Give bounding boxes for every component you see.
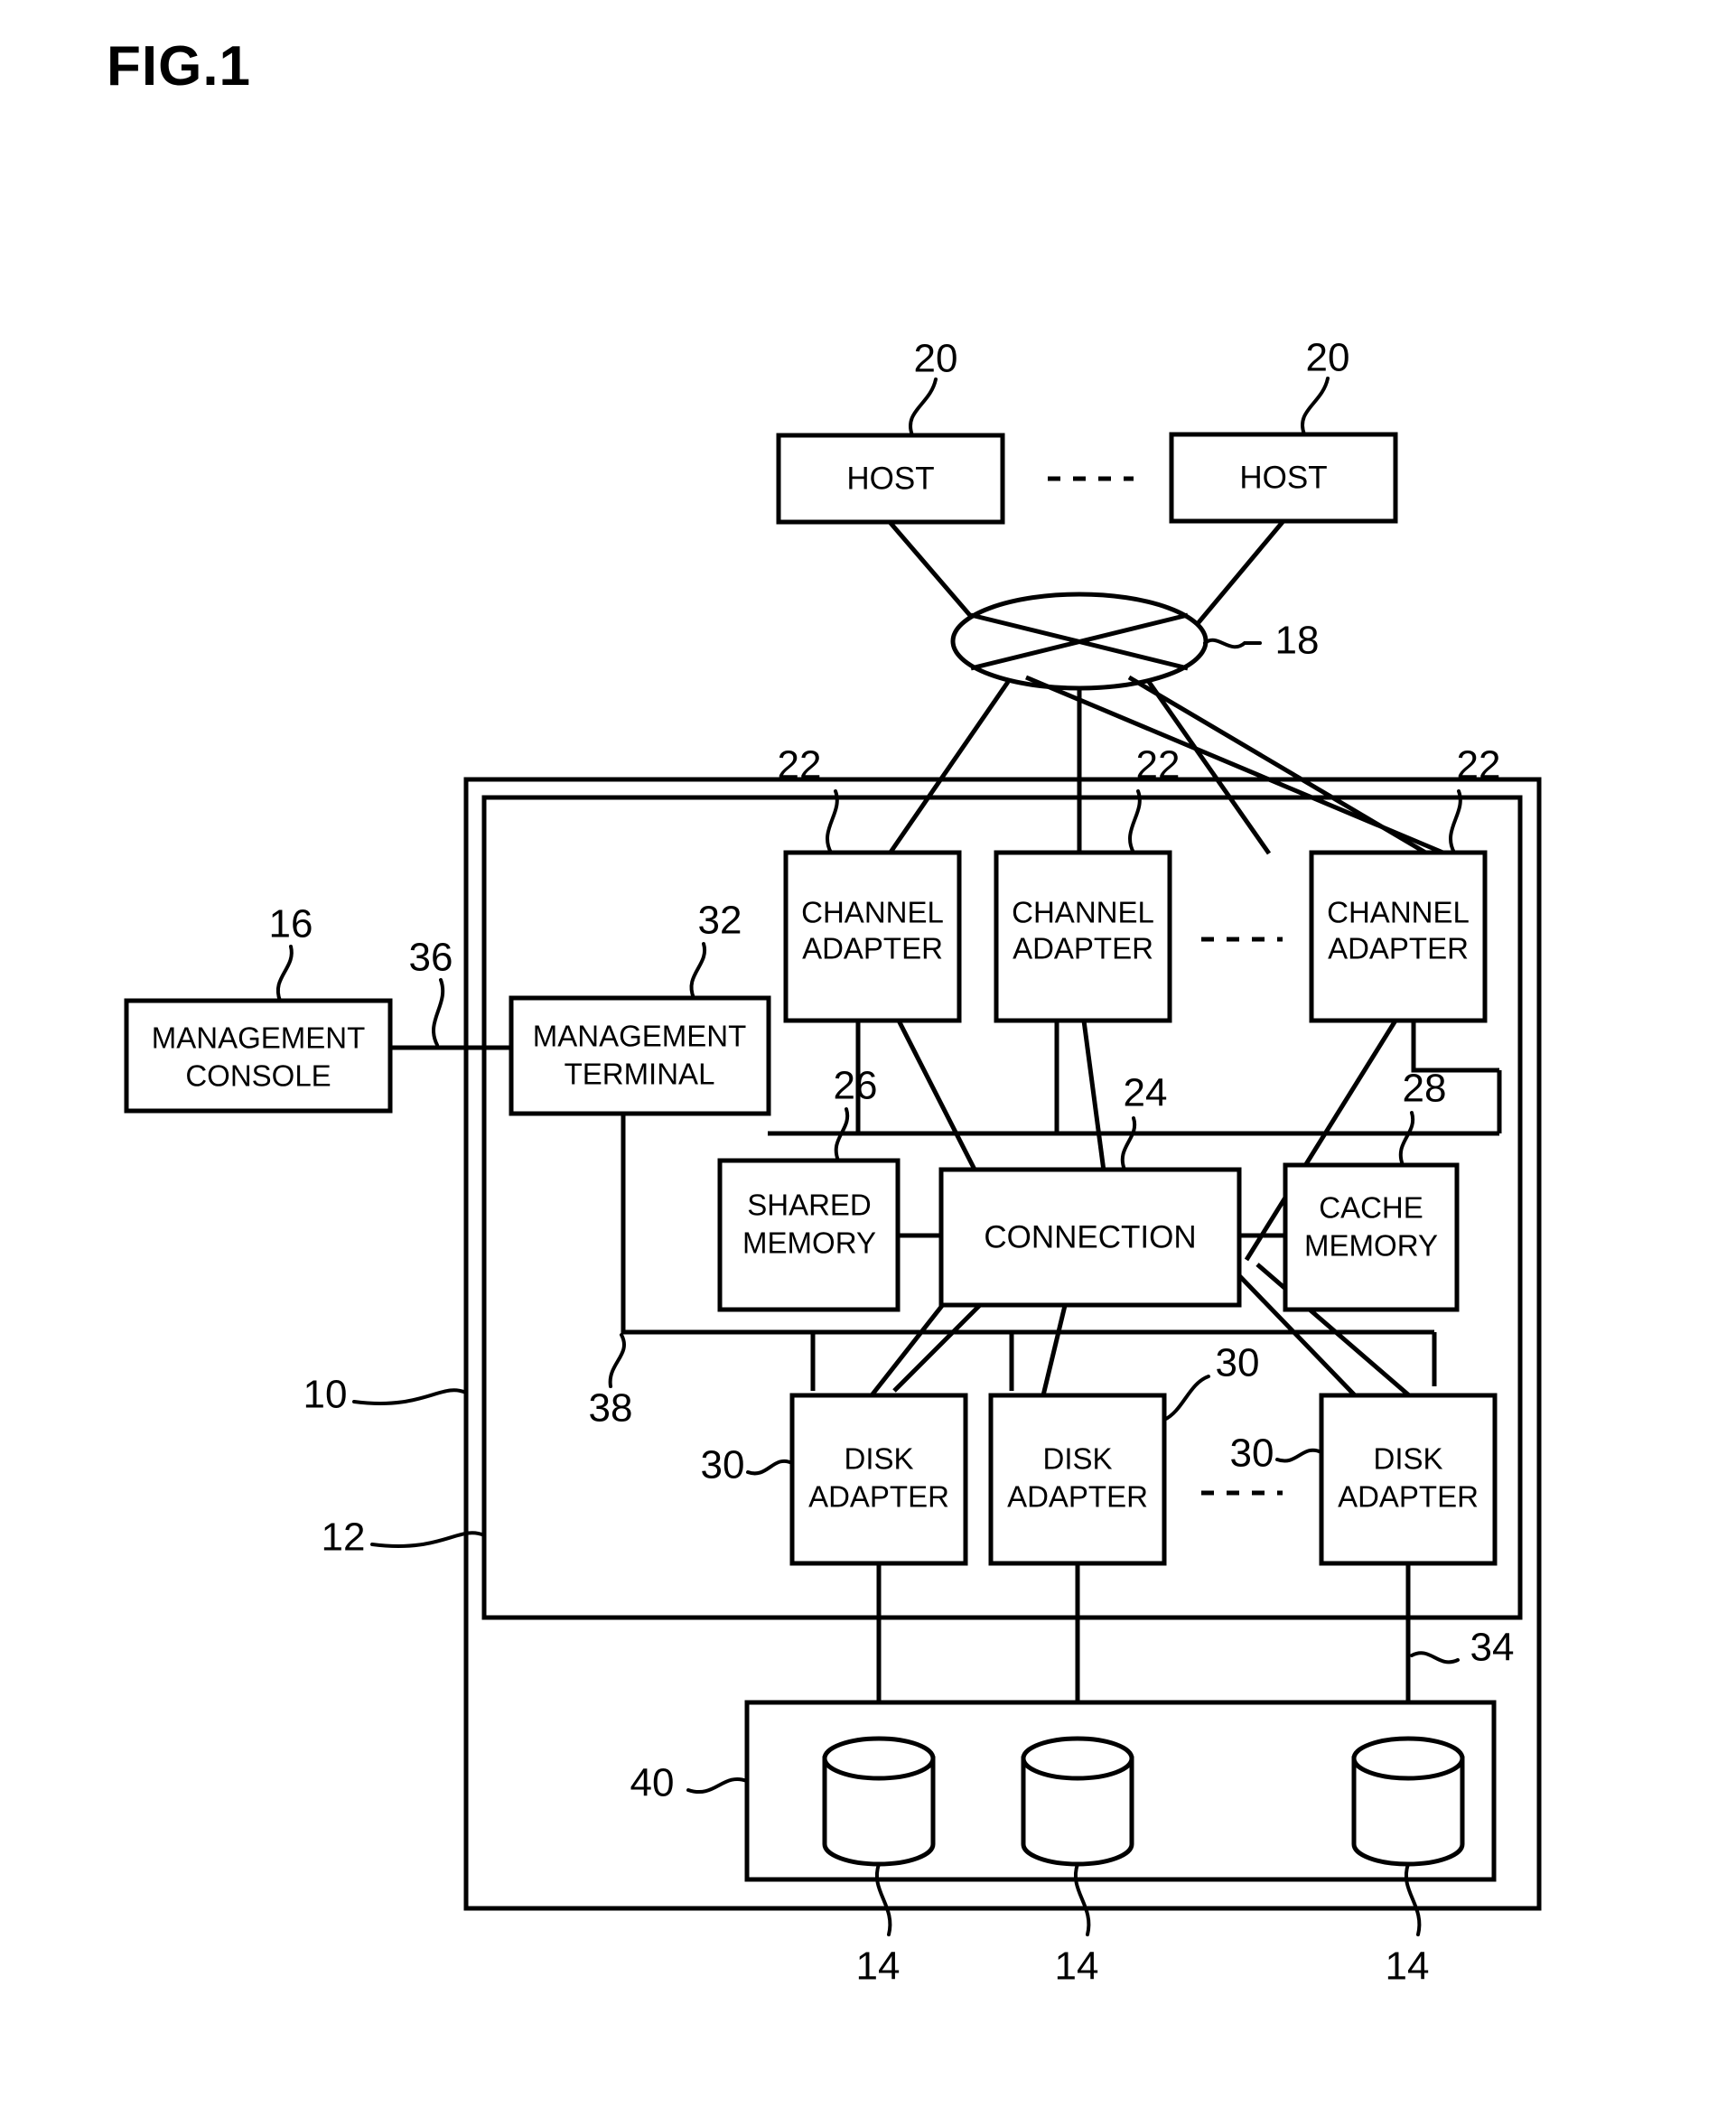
ref-18: 18 (1275, 619, 1320, 663)
leader-10 (352, 1388, 468, 1405)
leader-40 (686, 1777, 749, 1794)
ref-16: 16 (269, 902, 313, 946)
ref-30-3: 30 (1230, 1431, 1274, 1476)
leader-30-1 (746, 1459, 794, 1476)
leader-22-2 (1128, 789, 1142, 854)
channel-adapter-3-label-line2: ADAPTER (1328, 932, 1469, 965)
channel-adapter-1-label-line1: CHANNEL (801, 896, 944, 929)
leader-32 (689, 942, 707, 1000)
leader-30-2 (1162, 1375, 1210, 1422)
leader-38 (608, 1333, 626, 1388)
disk-adapter-3-label-line1: DISK (1373, 1442, 1442, 1476)
wire-network-to-ca1 (887, 680, 1011, 855)
ref-34: 34 (1470, 1626, 1515, 1670)
ref-32: 32 (698, 899, 742, 943)
cache-memory-label-line2: MEMORY (1304, 1229, 1438, 1263)
wire-host-right-to-network (1189, 520, 1284, 634)
management-terminal-box[interactable] (509, 995, 771, 1116)
disk-adapter-3-label-line2: ADAPTER (1338, 1480, 1479, 1514)
ref-20-left: 20 (914, 337, 958, 381)
channel-adapter-2-label-line1: CHANNEL (1012, 896, 1154, 929)
disk-adapter-1-label-line1: DISK (844, 1442, 913, 1476)
ref-40: 40 (630, 1761, 675, 1805)
shared-memory-label-line1: SHARED (747, 1189, 872, 1222)
channel-adapter-2-label-line2: ADAPTER (1013, 932, 1153, 965)
leader-16 (275, 945, 294, 1002)
disk-drive-2-cylinder-top (1021, 1736, 1134, 1781)
ref-14-3: 14 (1386, 1944, 1430, 1989)
management-console-label-line2: CONSOLE (185, 1059, 331, 1093)
disk-adapter-2-label-line2: ADAPTER (1007, 1480, 1148, 1514)
ref-14-1: 14 (856, 1944, 901, 1989)
management-console-label-line1: MANAGEMENT (152, 1021, 366, 1055)
ref-36: 36 (409, 936, 453, 980)
ref-30-1: 30 (701, 1443, 745, 1487)
leader-28 (1398, 1111, 1415, 1167)
ref-20-right: 20 (1306, 336, 1350, 380)
disk-adapter-2-label-line1: DISK (1042, 1442, 1112, 1476)
ref-22-3: 22 (1457, 743, 1501, 788)
ref-22-1: 22 (778, 743, 822, 788)
management-console-box[interactable] (124, 998, 393, 1114)
leader-34 (1410, 1651, 1460, 1664)
management-terminal-label-line1: MANAGEMENT (533, 1020, 747, 1053)
leader-network (1203, 638, 1262, 649)
connection-label: CONNECTION (984, 1219, 1196, 1254)
wire-ca3-to-bus (1411, 1021, 1499, 1073)
leader-36 (432, 978, 445, 1047)
host-left-label: HOST (846, 461, 934, 496)
leader-host-left (909, 378, 938, 437)
leader-22-3 (1449, 789, 1462, 854)
host-right-label: HOST (1239, 460, 1327, 495)
ref-30-2: 30 (1216, 1341, 1260, 1385)
diagram-canvas: 18 HOST 20 HOST 20 36 CHANNEL ADAPTER 22… (124, 336, 1542, 1989)
leader-30-3 (1275, 1448, 1323, 1463)
ref-24: 24 (1124, 1071, 1168, 1115)
cache-memory-label-line1: CACHE (1319, 1191, 1423, 1225)
management-terminal-label-line2: TERMINAL (565, 1058, 715, 1091)
disk-drive-1-cylinder-top (822, 1736, 936, 1781)
ref-14-2: 14 (1055, 1944, 1099, 1989)
channel-adapter-1-label-line2: ADAPTER (802, 932, 943, 965)
wire-network-cross-right (1025, 675, 1446, 856)
ref-26: 26 (834, 1064, 878, 1108)
ref-10: 10 (303, 1373, 348, 1417)
channel-adapter-3-label-line1: CHANNEL (1327, 896, 1470, 929)
ref-38: 38 (589, 1386, 633, 1431)
disk-adapter-1-label-line2: ADAPTER (808, 1480, 949, 1514)
disk-drive-3-cylinder-top (1351, 1736, 1465, 1781)
ref-12: 12 (322, 1515, 366, 1560)
figure-root: FIG.1 18 HOST 20 HOST 20 36 CHANNEL ADAP… (0, 0, 1736, 2126)
shared-memory-label-line2: MEMORY (742, 1226, 876, 1260)
leader-22-1 (826, 789, 839, 854)
ref-28: 28 (1403, 1067, 1447, 1111)
ref-22-2: 22 (1136, 743, 1181, 788)
leader-24 (1120, 1116, 1137, 1171)
leader-host-right (1301, 377, 1330, 436)
